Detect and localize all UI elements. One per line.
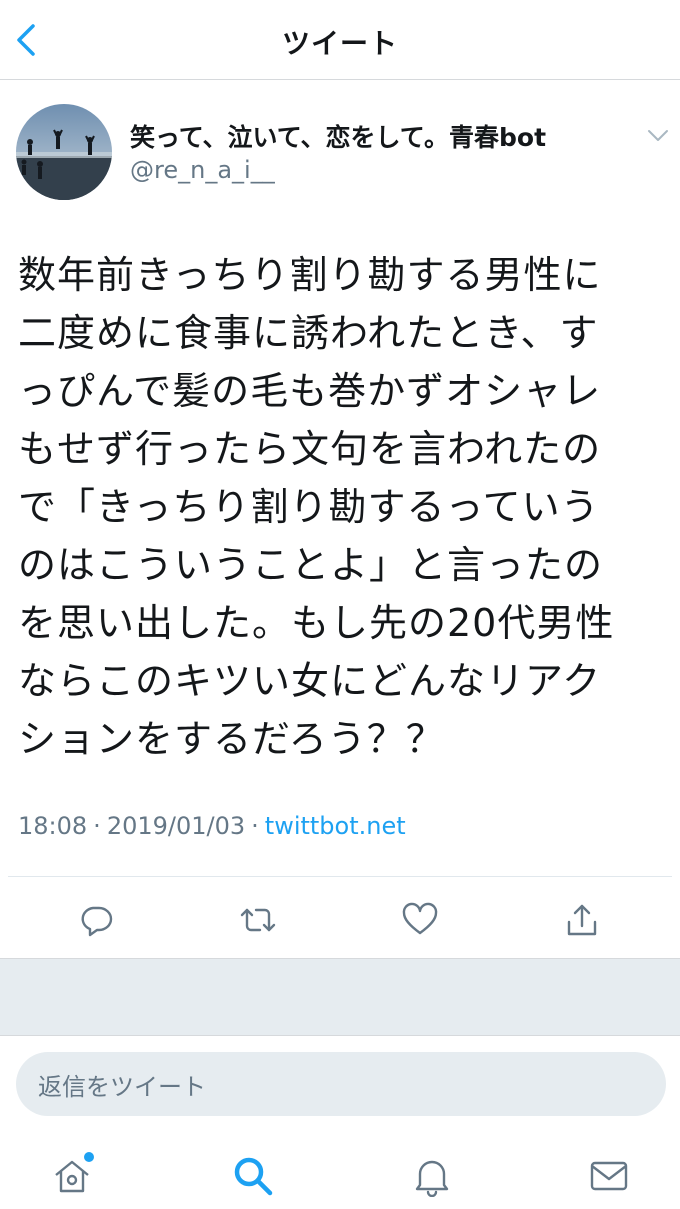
like-button[interactable] [390, 890, 450, 950]
avatar-photo [16, 104, 112, 200]
bottom-tab-bar [0, 1136, 680, 1209]
tweet-menu-button[interactable] [644, 124, 672, 148]
retweet-icon [240, 908, 276, 932]
tweet-action-bar [0, 890, 680, 950]
tweet-source-link[interactable]: twittbot.net [265, 812, 406, 840]
share-icon [567, 904, 597, 936]
home-icon [55, 1160, 89, 1193]
retweet-button[interactable] [228, 890, 288, 950]
chevron-down-icon [648, 130, 668, 141]
tweet-text: 数年前きっちり割り勘する男性に 二度めに食事に誘われたとき、す っぴんで髪の毛も… [18, 253, 615, 761]
tab-notifications[interactable] [408, 1152, 456, 1200]
share-button[interactable] [552, 890, 612, 950]
meta-separator: · [93, 812, 101, 840]
tweet-metadata: 18:08 · 2019/01/03 · twittbot.net [18, 812, 406, 840]
tweet-date: 2019/01/03 [106, 812, 246, 840]
like-heart-icon [402, 902, 438, 935]
reply-button[interactable] [66, 890, 126, 950]
reply-icon [81, 906, 113, 937]
meta-separator: · [251, 812, 259, 840]
section-separator [0, 958, 680, 1036]
top-bar: ツイート [0, 0, 680, 80]
tweet-time: 18:08 [18, 812, 88, 840]
tab-home[interactable] [48, 1152, 96, 1200]
author-handle[interactable]: @re_n_a_i__ [130, 156, 275, 184]
tab-messages[interactable] [585, 1152, 633, 1200]
tab-search[interactable] [229, 1152, 277, 1200]
page-title: ツイート [281, 27, 398, 60]
notification-dot [84, 1152, 94, 1162]
envelope-icon [590, 1161, 628, 1191]
search-icon [234, 1157, 273, 1196]
bell-icon [415, 1160, 449, 1197]
avatar[interactable] [16, 104, 112, 200]
reply-input[interactable]: 返信をツイート [16, 1052, 666, 1116]
author-display-name[interactable]: 笑って、泣いて、恋をして。青春bot [130, 118, 546, 154]
divider [8, 876, 672, 877]
